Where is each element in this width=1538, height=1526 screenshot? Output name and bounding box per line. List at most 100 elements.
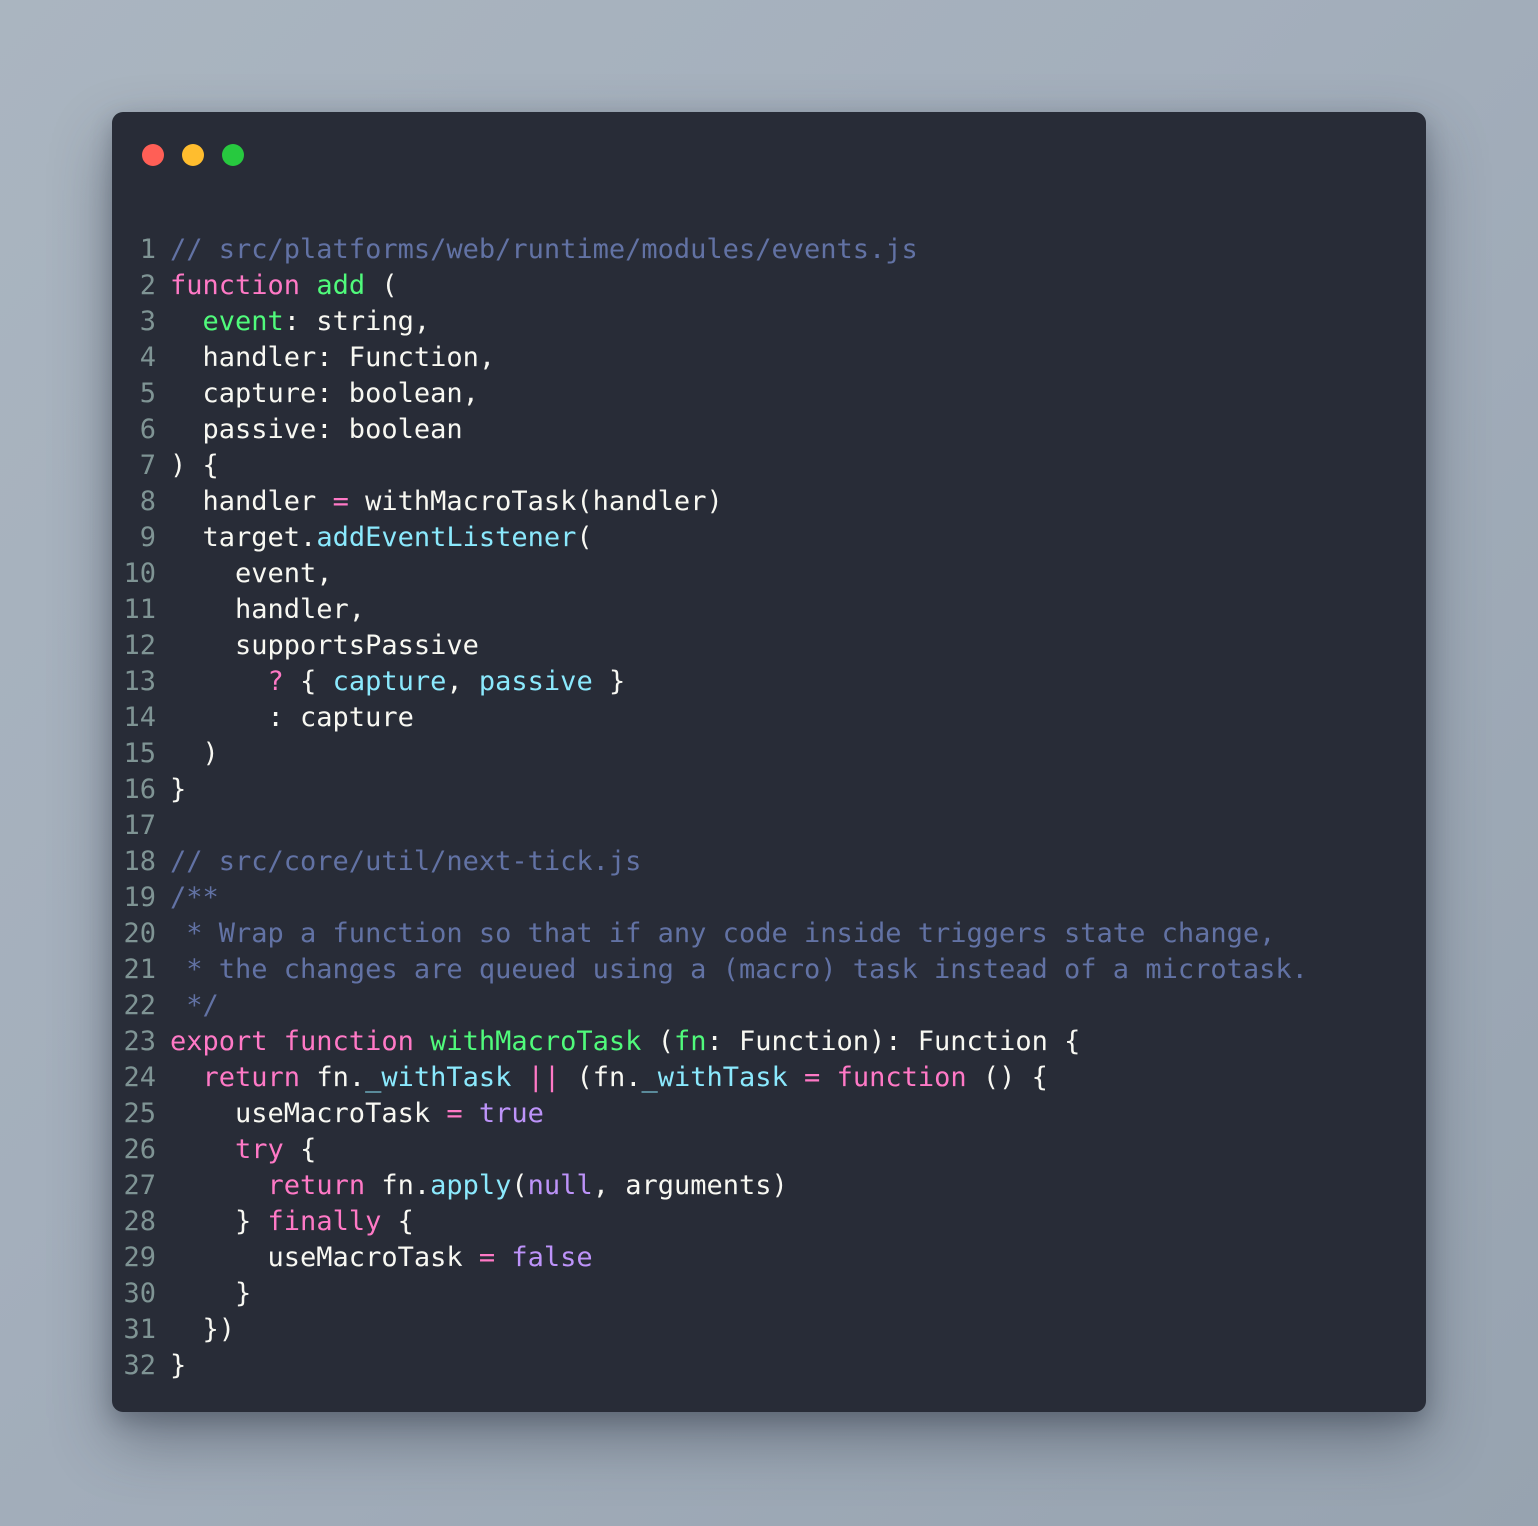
code-token-com: * the changes are queued using a (macro)… [170,954,1308,985]
code-line[interactable]: 9 target.addEventListener( [112,520,1426,556]
line-content[interactable]: : capture [170,700,414,736]
code-token-fn: fn [673,1026,707,1057]
code-line[interactable]: 17 [112,808,1426,844]
line-content[interactable]: ) [170,736,219,772]
close-button-icon[interactable] [142,144,164,166]
line-content[interactable]: } [170,1276,251,1312]
code-token-txt: , arguments) [592,1170,788,1201]
line-content[interactable]: supportsPassive [170,628,479,664]
line-content[interactable]: passive: boolean [170,412,463,448]
code-token-kw: finally [267,1206,382,1237]
line-content[interactable]: */ [170,988,219,1024]
line-content[interactable]: ? { capture, passive } [170,664,626,700]
code-line[interactable]: 12 supportsPassive [112,628,1426,664]
line-content[interactable]: }) [170,1312,236,1348]
line-content[interactable]: handler, [170,592,365,628]
line-number: 9 [139,522,156,553]
line-content[interactable]: * Wrap a function so that if any code in… [170,916,1275,952]
line-content[interactable]: event, [170,556,333,592]
code-line[interactable]: 22 */ [112,988,1426,1024]
line-content[interactable]: export function withMacroTask (fn: Funct… [170,1024,1080,1060]
code-line[interactable]: 26 try { [112,1132,1426,1168]
code-token-txt: ( [365,270,398,301]
line-content[interactable]: capture: boolean, [170,376,479,412]
line-content[interactable]: * the changes are queued using a (macro)… [170,952,1308,988]
code-token-op: = [804,1062,821,1093]
code-editor[interactable]: 1 // src/platforms/web/runtime/modules/ev… [112,198,1426,1412]
code-line[interactable]: 28 } finally { [112,1204,1426,1240]
line-number: 11 [123,594,156,625]
code-line[interactable]: 5 capture: boolean, [112,376,1426,412]
window-titlebar[interactable] [112,112,1426,198]
minimize-button-icon[interactable] [182,144,204,166]
line-content[interactable]: return fn.apply(null, arguments) [170,1168,788,1204]
line-content[interactable]: ) { [170,448,219,484]
code-line[interactable]: 6 passive: boolean [112,412,1426,448]
code-token-txt: } [170,1206,268,1237]
line-content[interactable]: useMacroTask = true [170,1096,544,1132]
code-token-txt: useMacroTask [170,1098,447,1129]
code-line[interactable]: 18 // src/core/util/next-tick.js [112,844,1426,880]
code-line[interactable]: 1 // src/platforms/web/runtime/modules/ev… [112,232,1426,268]
line-number: 3 [139,306,156,337]
line-content[interactable]: useMacroTask = false [170,1240,593,1276]
line-content[interactable]: handler: Function, [170,340,496,376]
code-line[interactable]: 8 handler = withMacroTask(handler) [112,484,1426,520]
line-content[interactable]: try { [170,1132,316,1168]
code-line[interactable]: 4 handler: Function, [112,340,1426,376]
maximize-button-icon[interactable] [222,144,244,166]
code-token-const: false [511,1242,593,1273]
line-content[interactable]: // src/core/util/next-tick.js [170,844,641,880]
line-content[interactable]: // src/platforms/web/runtime/modules/eve… [170,232,918,268]
code-line[interactable]: 32} [112,1348,1426,1384]
code-line[interactable]: 2 function add ( [112,268,1426,304]
code-line[interactable]: 29 useMacroTask = false [112,1240,1426,1276]
code-line[interactable]: 3 event: string, [112,304,1426,340]
line-number: 5 [139,378,156,409]
code-line[interactable]: 11 handler, [112,592,1426,628]
code-token-kw: function [170,270,301,301]
code-line[interactable]: 20 * Wrap a function so that if any code… [112,916,1426,952]
line-content[interactable]: function add ( [170,268,398,304]
code-token-txt: event, [170,558,333,589]
code-token-txt: supportsPassive [170,630,479,661]
code-token-txt: { [381,1206,414,1237]
code-token-txt: } [170,774,187,805]
line-content[interactable]: } [170,772,186,808]
line-number: 1 [139,234,156,265]
code-line[interactable]: 19 /** [112,880,1426,916]
code-token-txt: , [446,666,479,697]
line-number: 2 [139,270,156,301]
code-line[interactable]: 7) { [112,448,1426,484]
code-token-txt: passive: boolean [170,414,463,445]
code-token-txt: useMacroTask [170,1242,479,1273]
code-token-prop: passive [478,666,593,697]
line-content[interactable]: event: string, [170,304,431,340]
code-line[interactable]: 31 }) [112,1312,1426,1348]
line-content[interactable]: handler = withMacroTask(handler) [170,484,723,520]
code-token-txt: ) [170,738,219,769]
code-line[interactable]: 10 event, [112,556,1426,592]
code-token-op: = [332,486,349,517]
code-line[interactable]: 16} [112,772,1426,808]
line-content[interactable]: /** [170,880,219,916]
code-line[interactable]: 25 useMacroTask = true [112,1096,1426,1132]
line-content[interactable]: } [170,1348,186,1384]
code-line[interactable]: 14 : capture [112,700,1426,736]
line-content[interactable]: target.addEventListener( [170,520,593,556]
line-number: 24 [123,1062,156,1093]
code-line[interactable]: 23 export function withMacroTask (fn: Fun… [112,1024,1426,1060]
code-token-txt: ( [511,1170,528,1201]
code-line[interactable]: 15 ) [112,736,1426,772]
code-line[interactable]: 30 } [112,1276,1426,1312]
code-line[interactable]: 24 return fn._withTask || (fn._withTask … [112,1060,1426,1096]
code-line[interactable]: 27 return fn.apply(null, arguments) [112,1168,1426,1204]
line-content[interactable]: return fn._withTask || (fn._withTask = f… [170,1060,1048,1096]
line-content[interactable]: } finally { [170,1204,414,1240]
code-line[interactable]: 21 * the changes are queued using a (mac… [112,952,1426,988]
code-line[interactable]: 13 ? { capture, passive } [112,664,1426,700]
